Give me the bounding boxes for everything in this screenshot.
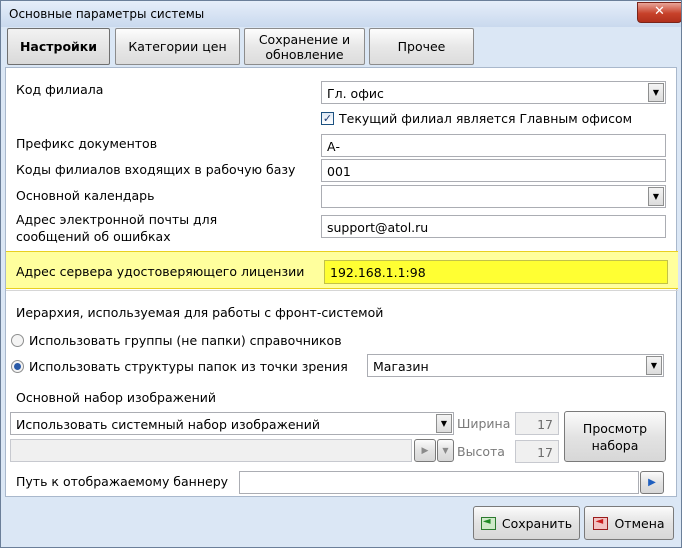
error-email-value: support@atol.ru <box>327 220 429 235</box>
play-icon[interactable]: ▶ <box>640 471 664 494</box>
doc-prefix-value: А- <box>327 139 341 154</box>
banner-path-label: Путь к отображаемому баннеру <box>16 474 229 489</box>
image-set-value: Использовать системный набор изображений <box>16 417 320 432</box>
tab-settings[interactable]: Настройки <box>7 28 110 65</box>
close-icon: ✕ <box>654 4 665 19</box>
tab-price-categories-label: Категории цен <box>128 39 227 54</box>
tab-other[interactable]: Прочее <box>369 28 474 65</box>
dialog-footer: Сохранить Отмена <box>1 501 681 547</box>
preview-set-button-label: Просмотр набора <box>582 420 648 453</box>
calendar-select[interactable]: ▼ <box>321 185 666 208</box>
preview-set-button[interactable]: Просмотр набора <box>564 411 666 462</box>
radio-use-groups-label: Использовать группы (не папки) справочни… <box>29 333 342 348</box>
tab-settings-label: Настройки <box>19 39 98 54</box>
error-email-input[interactable]: support@atol.ru <box>321 215 666 238</box>
tab-other-label: Прочее <box>397 39 446 54</box>
radio-use-groups[interactable] <box>11 334 24 347</box>
save-button-label: Сохранить <box>501 515 573 531</box>
hierarchy-label: Иерархия, используемая для работы с фрон… <box>16 305 384 320</box>
doc-prefix-input[interactable]: А- <box>321 134 666 157</box>
width-label: Ширина <box>457 416 511 431</box>
close-button[interactable]: ✕ <box>637 2 681 23</box>
viewpoint-select[interactable]: Магазин ▼ <box>367 354 664 377</box>
play-icon: ▶ <box>414 439 436 462</box>
image-set-select[interactable]: Использовать системный набор изображений… <box>10 412 454 435</box>
chevron-down-icon[interactable]: ▼ <box>646 356 662 375</box>
divider <box>6 290 678 291</box>
title-bar: Основные параметры системы ✕ <box>1 1 681 27</box>
height-label: Высота <box>457 444 505 459</box>
height-value: 17 <box>537 445 553 460</box>
radio-use-folders[interactable] <box>11 360 24 373</box>
tab-price-categories[interactable]: Категории цен <box>115 28 240 65</box>
error-email-label-line1: Адрес электронной почты для <box>16 212 218 227</box>
checkmark-icon: ✓ <box>322 112 333 125</box>
tab-save-update[interactable]: Сохранение и обновление <box>244 28 365 65</box>
error-email-label-line2: сообщений об ошибках <box>16 229 171 244</box>
main-office-checkbox-label: Текущий филиал является Главным офисом <box>339 111 633 126</box>
chevron-down-icon[interactable]: ▼ <box>648 83 664 102</box>
incoming-branches-label: Коды филиалов входящих в рабочую базу <box>16 162 296 177</box>
height-input: 17 <box>515 440 559 463</box>
incoming-branches-value: 001 <box>327 164 351 179</box>
radio-use-folders-label: Использовать структуры папок из точки зр… <box>29 359 348 374</box>
branch-code-select[interactable]: Гл. офис ▼ <box>321 81 666 104</box>
image-path-input <box>10 439 412 462</box>
main-office-checkbox[interactable]: ✓ <box>321 112 334 125</box>
width-input: 17 <box>515 412 559 435</box>
window-title: Основные параметры системы <box>9 7 205 21</box>
branch-code-label: Код филиала <box>16 82 104 97</box>
branch-code-value: Гл. офис <box>327 86 384 101</box>
doc-prefix-label: Префикс документов <box>16 136 158 151</box>
chevron-down-icon: ▼ <box>437 439 454 462</box>
banner-path-input[interactable] <box>239 471 639 494</box>
tab-save-update-label: Сохранение и обновление <box>258 31 351 62</box>
cancel-icon <box>593 516 609 530</box>
cancel-button-label: Отмена <box>614 515 665 531</box>
calendar-label: Основной календарь <box>16 188 155 203</box>
incoming-branches-input[interactable]: 001 <box>321 159 666 182</box>
width-value: 17 <box>537 417 553 432</box>
cancel-button[interactable]: Отмена <box>584 506 674 540</box>
viewpoint-value: Магазин <box>373 359 429 374</box>
license-server-input[interactable]: 192.168.1.1:98 <box>324 260 668 284</box>
image-set-label: Основной набор изображений <box>16 390 217 405</box>
chevron-down-icon[interactable]: ▼ <box>436 414 452 433</box>
save-icon <box>480 516 496 530</box>
settings-window: Основные параметры системы ✕ Настройки К… <box>0 0 682 548</box>
settings-panel: Код филиала Гл. офис ▼ ✓ Текущий филиал … <box>5 67 678 497</box>
save-button[interactable]: Сохранить <box>473 506 580 540</box>
chevron-down-icon[interactable]: ▼ <box>648 187 664 206</box>
license-server-label: Адрес сервера удостоверяющего лицензии <box>16 264 305 279</box>
license-server-value: 192.168.1.1:98 <box>330 265 426 280</box>
